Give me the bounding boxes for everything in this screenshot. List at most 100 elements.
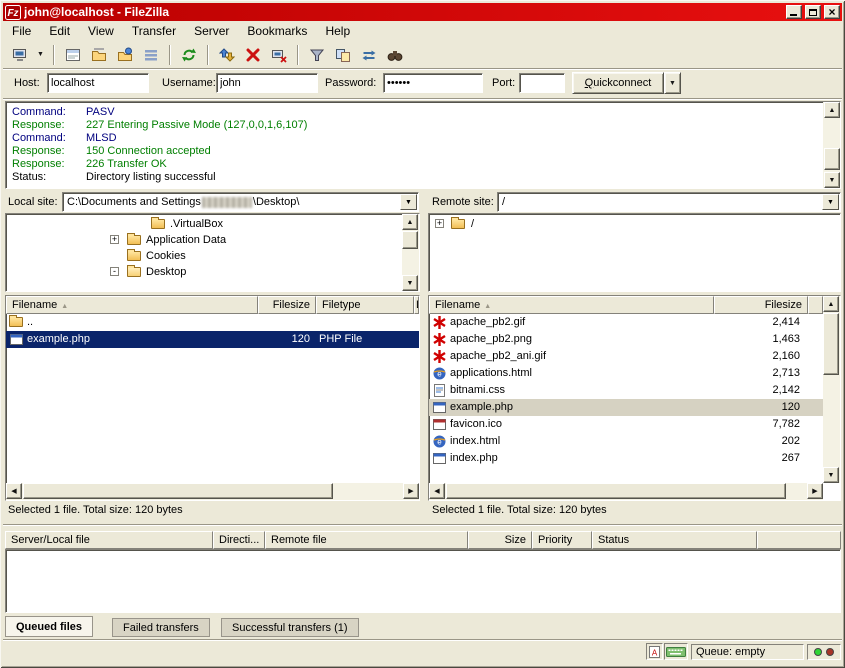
column-header-remote-file[interactable]: Remote file	[265, 531, 468, 549]
column-header-filename[interactable]: Filename▲	[6, 296, 258, 314]
scroll-up-icon[interactable]: ▲	[402, 214, 418, 230]
port-input[interactable]	[519, 73, 565, 93]
local-site-combo[interactable]: C:\Documents and Settings\Desktop\ ▼	[62, 192, 419, 212]
local-tree-scrollbar[interactable]: ▲ ▼	[402, 214, 419, 291]
cancel-button[interactable]	[241, 43, 265, 67]
host-input[interactable]	[47, 73, 149, 93]
sync-browsing-button[interactable]	[357, 43, 381, 67]
cancel-icon	[245, 47, 261, 63]
file-row-parent-dir[interactable]: ..	[6, 314, 419, 331]
tree-item-virtualbox[interactable]: .VirtualBox	[6, 216, 419, 232]
file-row[interactable]: apache_pb2_ani.gif 2,160	[429, 348, 823, 365]
toolbar-separator	[53, 45, 55, 65]
menu-edit[interactable]: Edit	[40, 21, 79, 41]
toggle-local-tree-button[interactable]	[87, 43, 111, 67]
site-manager-dropdown-button[interactable]: ▼	[34, 43, 47, 67]
password-input[interactable]	[383, 73, 483, 93]
combo-dropdown-button[interactable]: ▼	[822, 194, 839, 210]
scroll-left-icon[interactable]: ◀	[6, 483, 22, 499]
scroll-down-icon[interactable]: ▼	[402, 275, 418, 291]
scroll-thumb[interactable]	[402, 231, 418, 249]
scroll-thumb[interactable]	[824, 148, 840, 170]
compare-button[interactable]	[331, 43, 355, 67]
column-header-filesize[interactable]: Filesize	[258, 296, 316, 314]
vertical-splitter[interactable]	[420, 191, 428, 521]
tree-item-cookies[interactable]: Cookies	[6, 248, 419, 264]
chevron-down-icon: ▼	[669, 80, 676, 87]
tree-item-desktop[interactable]: - Desktop	[6, 264, 419, 280]
disconnect-button[interactable]	[267, 43, 291, 67]
menu-server[interactable]: Server	[185, 21, 238, 41]
scroll-thumb[interactable]	[446, 483, 786, 499]
folder-icon	[127, 251, 141, 261]
scroll-thumb[interactable]	[823, 313, 839, 375]
toggle-transfer-queue-button[interactable]	[139, 43, 163, 67]
column-header-filename[interactable]: Filename▲	[429, 296, 714, 314]
column-header-filetype[interactable]: Filetype	[316, 296, 414, 314]
process-queue-button[interactable]	[215, 43, 239, 67]
expand-icon[interactable]: +	[110, 235, 119, 244]
column-header-status[interactable]: Status	[592, 531, 757, 549]
file-row[interactable]: index.php 267	[429, 450, 823, 467]
menu-view[interactable]: View	[79, 21, 123, 41]
maximize-button[interactable]	[805, 5, 821, 19]
column-header-filesize[interactable]: Filesize	[714, 296, 808, 314]
file-row[interactable]: apache_pb2.gif 2,414	[429, 314, 823, 331]
site-manager-icon	[12, 47, 29, 63]
toggle-message-log-button[interactable]	[61, 43, 85, 67]
column-header-direction[interactable]: Directi...	[213, 531, 265, 549]
tab-queued-files[interactable]: Queued files	[5, 616, 93, 637]
column-header-priority[interactable]: Priority	[532, 531, 592, 549]
host-label: Host:	[14, 77, 40, 91]
scroll-thumb[interactable]	[23, 483, 333, 499]
menu-bookmarks[interactable]: Bookmarks	[238, 21, 316, 41]
file-row[interactable]: bitnami.css 2,142	[429, 382, 823, 399]
file-row-example-php[interactable]: example.php 120 PHP File	[6, 331, 419, 348]
sort-asc-icon: ▲	[61, 303, 68, 310]
log-scrollbar[interactable]: ▲ ▼	[823, 102, 840, 188]
file-row[interactable]: apache_pb2.png 1,463	[429, 331, 823, 348]
minimize-button[interactable]	[786, 5, 802, 19]
collapse-icon[interactable]: -	[110, 267, 119, 276]
tree-item-application-data[interactable]: + Application Data	[6, 232, 419, 248]
scroll-right-icon[interactable]: ▶	[807, 483, 823, 499]
column-header-lastmodified[interactable]: L	[414, 296, 419, 314]
menu-help[interactable]: Help	[316, 21, 359, 41]
tab-successful-transfers[interactable]: Successful transfers (1)	[221, 618, 359, 637]
column-header-size[interactable]: Size	[468, 531, 532, 549]
file-row[interactable]: favicon.ico 7,782	[429, 416, 823, 433]
file-row[interactable]: e applications.html 2,713	[429, 365, 823, 382]
remote-hscrollbar[interactable]: ◀ ▶	[429, 483, 823, 500]
scroll-up-icon[interactable]: ▲	[824, 102, 840, 118]
scroll-down-icon[interactable]: ▼	[824, 172, 840, 188]
local-hscrollbar[interactable]: ◀ ▶	[6, 483, 419, 500]
combo-dropdown-button[interactable]: ▼	[400, 194, 417, 210]
site-manager-button[interactable]	[8, 43, 32, 67]
tree-item-root[interactable]: + /	[429, 216, 840, 232]
keyboard-indicator[interactable]	[664, 643, 688, 660]
menu-transfer[interactable]: Transfer	[123, 21, 185, 41]
log-line: Command:PASV	[12, 106, 115, 118]
scroll-down-icon[interactable]: ▼	[823, 467, 839, 483]
find-button[interactable]	[383, 43, 407, 67]
scroll-left-icon[interactable]: ◀	[429, 483, 445, 499]
separator-line	[3, 98, 842, 100]
refresh-button[interactable]	[177, 43, 201, 67]
file-row-selected[interactable]: example.php 120	[429, 399, 823, 416]
toggle-remote-tree-button[interactable]	[113, 43, 137, 67]
expand-icon[interactable]: +	[435, 219, 444, 228]
column-header-server-local-file[interactable]: Server/Local file	[5, 531, 213, 549]
scroll-right-icon[interactable]: ▶	[403, 483, 419, 499]
tab-failed-transfers[interactable]: Failed transfers	[112, 618, 210, 637]
username-input[interactable]	[216, 73, 318, 93]
scroll-up-icon[interactable]: ▲	[823, 296, 839, 312]
file-row[interactable]: e index.html 202	[429, 433, 823, 450]
menu-file[interactable]: File	[3, 21, 40, 41]
transfer-type-indicator[interactable]: A	[646, 643, 663, 660]
close-button[interactable]: ×	[824, 5, 840, 19]
filter-button[interactable]	[305, 43, 329, 67]
remote-vscrollbar[interactable]: ▲ ▼	[823, 296, 840, 483]
quickconnect-dropdown-button[interactable]: ▼	[664, 72, 681, 94]
quickconnect-button[interactable]: Quickconnect	[572, 72, 664, 94]
remote-site-combo[interactable]: / ▼	[497, 192, 841, 212]
